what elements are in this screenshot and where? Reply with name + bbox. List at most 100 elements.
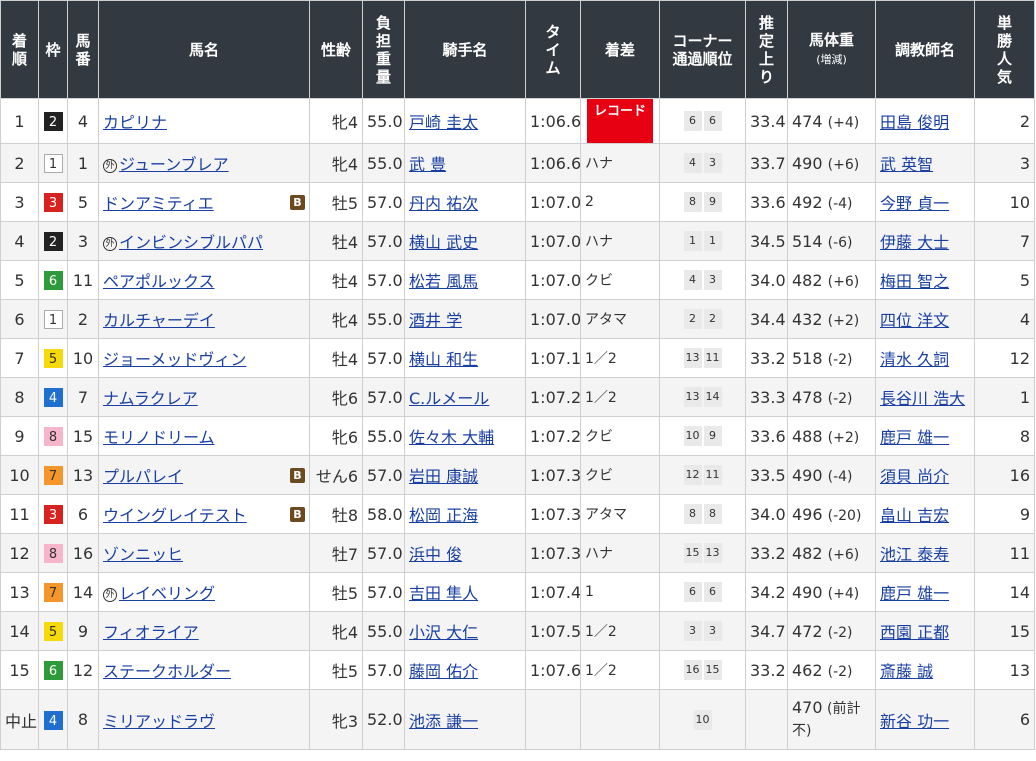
corner-positions: 43 <box>664 153 741 173</box>
trainer-link[interactable]: 今野 貞一 <box>880 194 949 213</box>
jockey-link[interactable]: 浜中 俊 <box>409 545 462 564</box>
jockey-link[interactable]: 藤岡 佑介 <box>409 662 478 681</box>
trainer-link[interactable]: 四位 洋文 <box>880 311 949 330</box>
header-corner: コーナー 通過順位 <box>659 0 746 99</box>
weight-change: (+2) <box>827 312 860 329</box>
umaban-cell: 1 <box>67 143 99 183</box>
trainer-link[interactable]: 斎藤 誠 <box>880 662 933 681</box>
trainer-link[interactable]: 池江 泰寿 <box>880 545 949 564</box>
corner-cell: 33 <box>659 611 746 651</box>
horse-name-link[interactable]: ウイングレイテスト <box>103 506 247 525</box>
trainer-link[interactable]: 武 英智 <box>880 155 933 174</box>
corner-position: 3 <box>683 621 702 641</box>
horse-name-link[interactable]: ステークホルダー <box>103 662 231 681</box>
margin: ハナ <box>585 234 613 250</box>
weight-cell: 55.0 <box>362 98 405 144</box>
trainer-link[interactable]: 鹿戸 雄一 <box>880 428 949 447</box>
body-weight: 514 <box>792 231 823 251</box>
umaban-cell: 2 <box>67 299 99 339</box>
frame-badge: 3 <box>43 505 63 524</box>
corner-position: 6 <box>703 582 722 602</box>
jockey-cell: 丹内 祐次 <box>404 182 526 222</box>
jockey-link[interactable]: 松若 風馬 <box>409 272 478 291</box>
table-row: 5 6 11 ペアポルックス 牡4 57.0 松若 風馬 1:07.0 クビ 4 3 34.0 482 … <box>0 260 1035 300</box>
last-3f: 33.5 <box>750 465 786 485</box>
body-weight: 432 <box>792 309 823 329</box>
rank-cell: 15 <box>0 650 39 690</box>
popularity: 3 <box>1019 153 1030 173</box>
horse-number: 14 <box>72 582 94 602</box>
jockey-link[interactable]: 小沢 大仁 <box>409 623 478 642</box>
corner-position: 10 <box>693 709 712 730</box>
horse-name-link[interactable]: モリノドリーム <box>103 428 215 447</box>
corner-cell: 66 <box>659 572 746 612</box>
sex-age: 牡5 <box>331 194 358 213</box>
horse-name-link[interactable]: レイベリング <box>119 584 215 603</box>
jockey-link[interactable]: C.ルメール <box>409 389 489 408</box>
waku-cell: 1 <box>38 143 68 183</box>
rank: 6 <box>14 309 25 329</box>
corner-positions: 12 11 <box>664 465 741 485</box>
time-cell: 1:07.3 <box>525 455 581 495</box>
trainer-link[interactable]: 清水 久詞 <box>880 350 949 369</box>
trainer-link[interactable]: 須貝 尚介 <box>880 467 949 486</box>
horse-name-link[interactable]: ナムラクレア <box>103 389 198 408</box>
jockey-link[interactable]: 佐々木 大輔 <box>409 428 494 447</box>
horse-name-link[interactable]: カルチャーデイ <box>103 311 215 330</box>
jockey-link[interactable]: 武 豊 <box>409 155 446 174</box>
horse-name-link[interactable]: ミリアッドラヴ <box>103 712 215 731</box>
jockey-link[interactable]: 池添 謙一 <box>409 712 478 731</box>
trainer-link[interactable]: 田島 俊明 <box>880 113 949 132</box>
jockey-link[interactable]: 戸崎 圭太 <box>409 113 478 132</box>
trainer-link[interactable]: 新谷 功一 <box>880 712 949 731</box>
last-3f: 34.4 <box>750 309 786 329</box>
horse-name-link[interactable]: インビンシブルパパ <box>119 233 263 252</box>
waku-cell: 5 <box>38 338 68 378</box>
weight-change: (+6) <box>827 546 860 563</box>
body-weight: 482 <box>792 543 823 563</box>
jockey-link[interactable]: 横山 和生 <box>409 350 478 369</box>
table-row: 7 5 10 ジョーメッドヴィン 牡4 57.0 横山 和生 1:07.1 1／2 13 11 33.… <box>0 338 1035 378</box>
corner-positions: 10 <box>664 709 741 730</box>
jockey-link[interactable]: 横山 武史 <box>409 233 478 252</box>
horse-name-wrap: 外ジューンブレア <box>103 151 305 175</box>
header-margin: 着差 <box>580 0 660 99</box>
horse-name-link[interactable]: ゾンニッヒ <box>103 545 183 564</box>
horse-number: 2 <box>77 309 89 329</box>
horse-name-link[interactable]: フィオライア <box>103 623 199 642</box>
trainer-link[interactable]: 長谷川 浩大 <box>880 389 965 408</box>
horse-name-link[interactable]: ドンアミティエ <box>103 194 214 213</box>
finish-time: 1:06.6 <box>530 111 581 131</box>
jockey-link[interactable]: 岩田 康誠 <box>409 467 478 486</box>
horse-name-link[interactable]: ペアポルックス <box>103 272 215 291</box>
corner-positions: 43 <box>664 270 741 290</box>
jockey-link[interactable]: 酒井 学 <box>409 311 462 330</box>
popularity: 16 <box>1009 465 1030 485</box>
horse-name-group: カルチャーデイ <box>103 307 215 331</box>
trainer-link[interactable]: 伊藤 大士 <box>880 233 949 252</box>
trainer-link[interactable]: 鹿戸 雄一 <box>880 584 949 603</box>
jockey-link[interactable]: 丹内 祐次 <box>409 194 478 213</box>
horse-cell: 外レイベリング <box>98 572 310 612</box>
horse-name-link[interactable]: ジューンブレア <box>119 155 229 174</box>
horse-cell: カルチャーデイ <box>98 299 310 339</box>
trainer-link[interactable]: 畠山 吉宏 <box>880 506 949 525</box>
last-3f: 33.2 <box>750 543 786 563</box>
jockey-link[interactable]: 松岡 正海 <box>409 506 478 525</box>
horse-name-link[interactable]: ジョーメッドヴィン <box>103 350 246 369</box>
jockey-link[interactable]: 吉田 隼人 <box>409 584 478 603</box>
rank: 9 <box>14 426 25 446</box>
body-weight: 496 <box>792 504 823 524</box>
corner-position: 9 <box>703 426 722 446</box>
trainer-link[interactable]: 西園 正都 <box>880 623 949 642</box>
trainer-link[interactable]: 梅田 智之 <box>880 272 949 291</box>
frame-badge: 8 <box>43 427 63 446</box>
last-3f: 34.2 <box>750 582 786 602</box>
body-weight: 470 <box>792 698 823 717</box>
horse-name-link[interactable]: プルパレイ <box>103 467 183 486</box>
jockey-cell: C.ルメール <box>404 377 526 417</box>
last-3f: 34.7 <box>750 621 786 641</box>
last3f-cell: 33.5 <box>745 455 788 495</box>
horse-name-link[interactable]: カピリナ <box>103 113 167 132</box>
popularity: 15 <box>1009 621 1030 641</box>
